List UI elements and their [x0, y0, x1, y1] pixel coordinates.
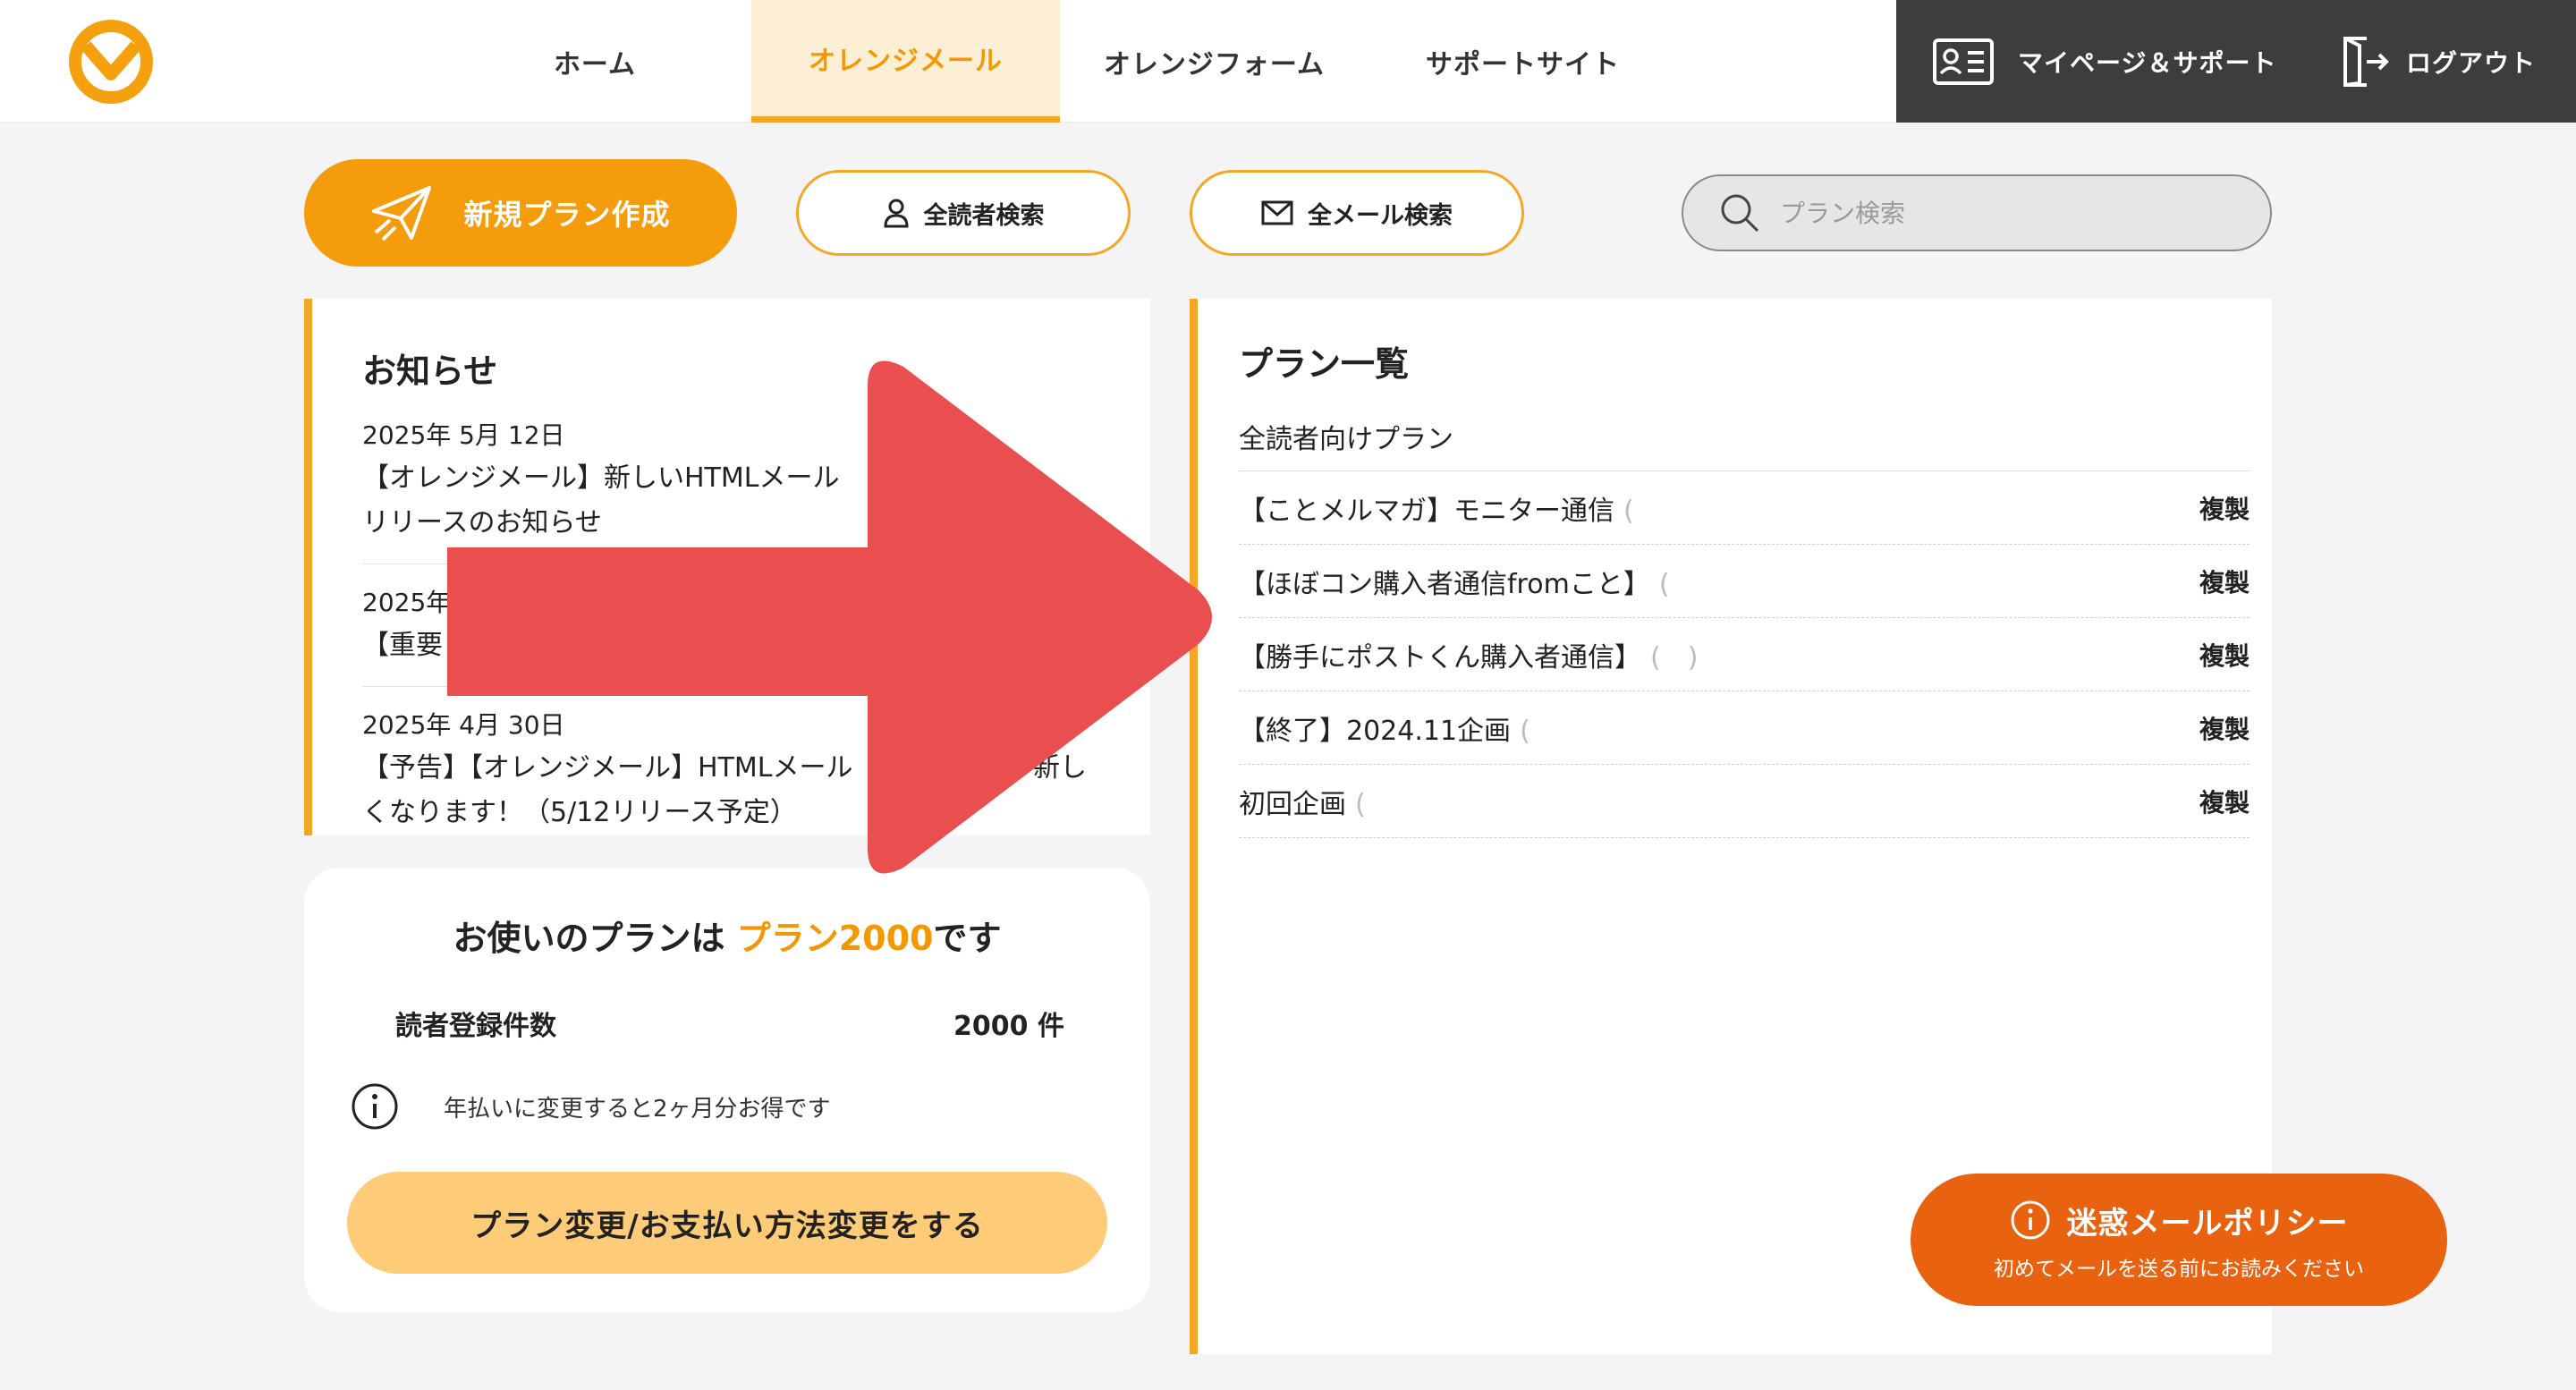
copy-plan-button[interactable]: 複製 [2199, 637, 2250, 673]
annotation-arrow-icon [447, 360, 1212, 874]
plan-list-title: プラン一覧 [1239, 344, 1410, 384]
plan-name-link[interactable]: 初回企画 ( [1239, 782, 1366, 821]
spam-policy-title-row: 迷惑メールポリシー [2010, 1199, 2349, 1242]
logout-icon [2343, 36, 2389, 87]
annual-payment-text: 年払いに変更すると2ヶ月分お得です [444, 1095, 831, 1123]
plan-paren: ( [1623, 495, 1634, 527]
plan-rows: 【ことメルマガ】モニター通信( 複製 【ほぼコン購入者通信fromこと】( 複製… [1239, 470, 2250, 838]
mypage-support-button[interactable]: マイページ＆サポート [1932, 0, 2276, 123]
plan-name: 【勝手にポストくん購入者通信】 [1239, 641, 1641, 674]
nav-orange-mail[interactable]: オレンジメール [751, 0, 1060, 123]
plan-row: 【勝手にポストくん購入者通信】 ( ) 複製 [1239, 618, 2250, 691]
copy-plan-button[interactable]: 複製 [2199, 710, 2250, 746]
logout-button[interactable]: ログアウト [2340, 0, 2536, 123]
copy-plan-button[interactable]: 複製 [2199, 784, 2250, 819]
spam-policy-button[interactable]: 迷惑メールポリシー 初めてメールを送る前にお読みください [1911, 1174, 2447, 1306]
copy-plan-button[interactable]: 複製 [2199, 490, 2250, 526]
annual-payment-info: 年払いに変更すると2ヶ月分お得です [351, 1082, 831, 1131]
plan-name: 初回企画 [1239, 788, 1346, 820]
logout-label: ログアウト [2406, 47, 2537, 78]
search-all-readers-button[interactable]: 全読者検索 [796, 170, 1131, 256]
new-plan-label: 新規プラン作成 [463, 198, 671, 232]
current-plan-name: プラン2000 [736, 919, 934, 958]
plan-heading-prefix: お使いのプランは [453, 919, 737, 958]
plan-row: 【終了】2024.11企画( 複製 [1239, 691, 2250, 765]
plan-paren: ( [1520, 715, 1530, 747]
person-icon [883, 199, 909, 228]
envelope-icon [1261, 200, 1293, 225]
top-header: ホーム オレンジメール オレンジフォーム サポートサイト マイページ＆サポート … [0, 0, 2576, 123]
spam-policy-title: 迷惑メールポリシー [2066, 1205, 2349, 1242]
orange-mail-logo-icon[interactable] [68, 19, 154, 105]
plan-row: 【ほぼコン購入者通信fromこと】( 複製 [1239, 545, 2250, 618]
search-all-readers-label: 全読者検索 [923, 201, 1045, 230]
paper-plane-icon [372, 186, 432, 242]
current-plan-card: お使いのプランは プラン2000です 読者登録件数 2000 件 年払いに変更す… [304, 868, 1150, 1312]
nav-orange-form[interactable]: オレンジフォーム [1060, 0, 1368, 123]
plan-name-link[interactable]: 【ことメルマガ】モニター通信 ( [1239, 488, 1634, 528]
search-icon [1721, 194, 1759, 233]
search-all-mails-label: 全メール検索 [1308, 201, 1453, 230]
nav-home[interactable]: ホーム [501, 0, 689, 123]
plan-paren: ( [1658, 568, 1670, 600]
nav-support-site[interactable]: サポートサイト [1368, 0, 1677, 123]
plan-search-input[interactable] [1780, 198, 2245, 228]
info-icon [2011, 1200, 2049, 1240]
plan-name: 【ことメルマガ】モニター通信 [1239, 495, 1614, 527]
plan-paren: ( [1355, 788, 1366, 820]
plan-group-label: 全読者向けプラン [1239, 424, 1453, 455]
info-icon [352, 1083, 398, 1130]
plan-heading-suffix: です [933, 919, 1002, 958]
spam-policy-subtitle: 初めてメールを送る前にお読みください [1994, 1257, 2364, 1281]
plan-name-link[interactable]: 【ほぼコン購入者通信fromこと】( [1239, 562, 1670, 601]
reader-count-value: 2000 件 [953, 1011, 1064, 1042]
plan-name-link[interactable]: 【終了】2024.11企画( [1239, 708, 1530, 748]
new-plan-button[interactable]: 新規プラン作成 [304, 159, 737, 267]
plan-name: 【終了】2024.11企画 [1239, 715, 1512, 747]
reader-count-label: 読者登録件数 [395, 1011, 556, 1042]
mypage-support-label: マイページ＆サポート [2018, 47, 2277, 78]
current-plan-heading: お使いのプランは プラン2000です [304, 911, 1150, 960]
search-all-mails-button[interactable]: 全メール検索 [1190, 170, 1524, 256]
plan-name: 【ほぼコン購入者通信fromこと】 [1239, 568, 1650, 600]
plan-name-link[interactable]: 【勝手にポストくん購入者通信】 ( ) [1239, 635, 1698, 674]
change-plan-button[interactable]: プラン変更/お支払い方法変更をする [347, 1172, 1107, 1274]
plan-row: 【ことメルマガ】モニター通信 ( 複製 [1239, 471, 2250, 545]
id-card-icon [1933, 38, 1994, 85]
plan-row: 初回企画 ( 複製 [1239, 765, 2250, 838]
plan-paren: ( ) [1650, 641, 1699, 674]
copy-plan-button[interactable]: 複製 [2199, 564, 2250, 599]
plan-search-box[interactable] [1682, 174, 2272, 251]
